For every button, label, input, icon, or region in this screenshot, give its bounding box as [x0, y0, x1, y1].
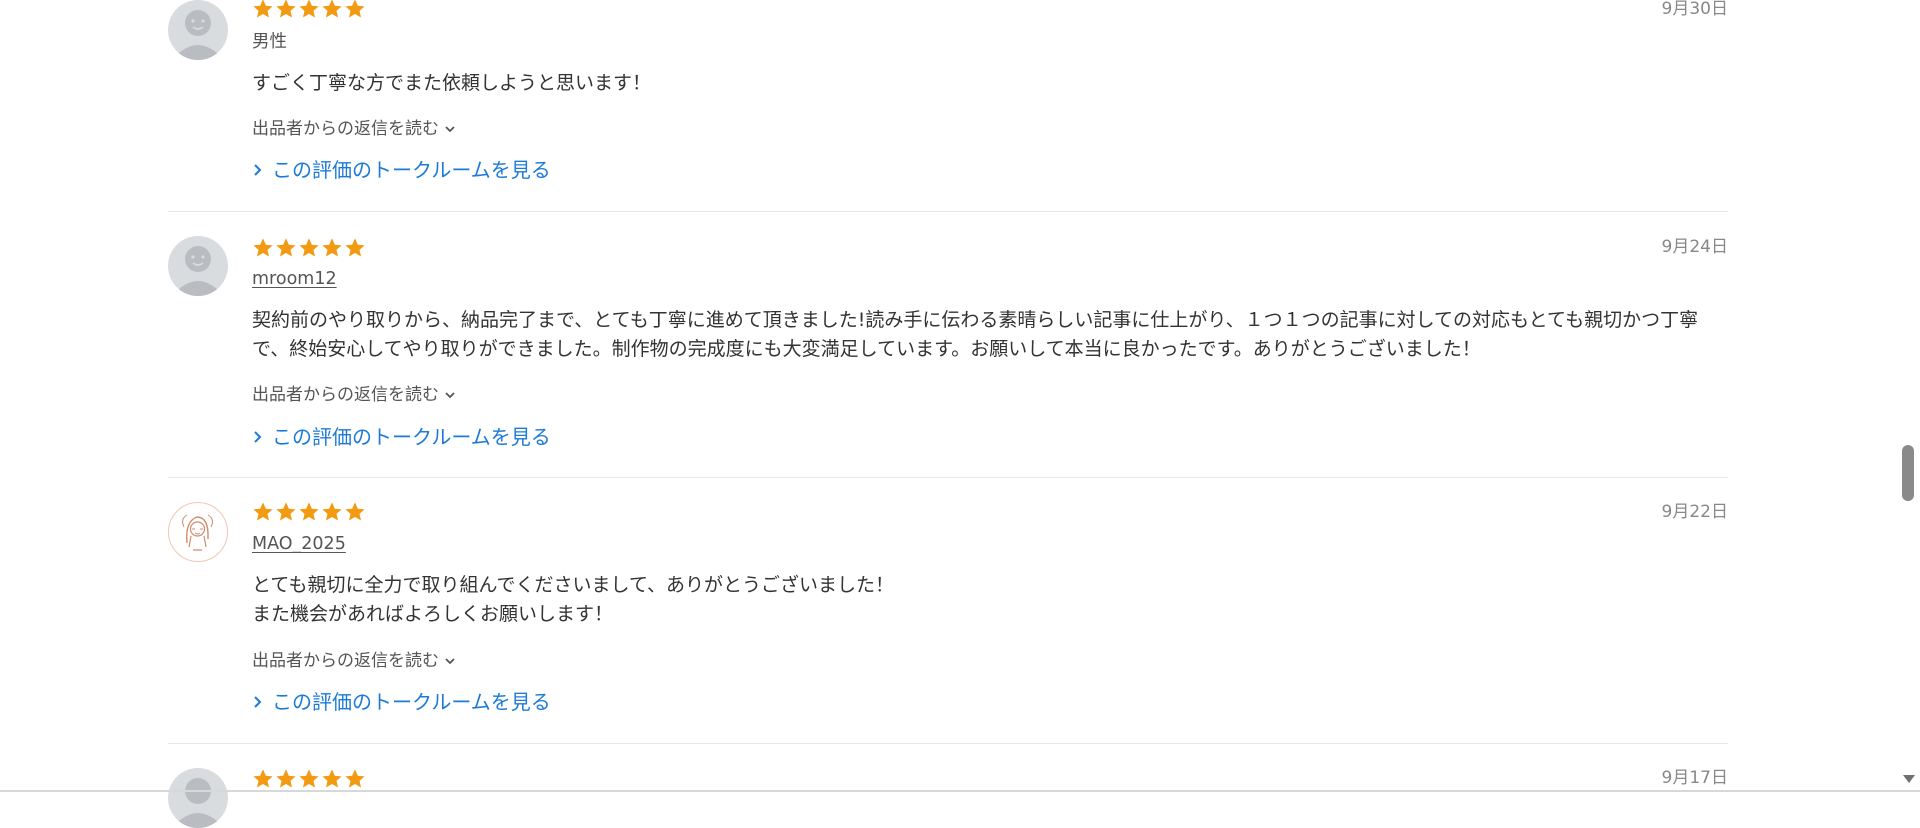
- chevron-right-icon: [254, 164, 262, 176]
- star-icon: [345, 238, 365, 257]
- star-rating: [252, 501, 366, 523]
- scrollbar-thumb[interactable]: [1902, 445, 1914, 501]
- read-reply-button[interactable]: 出品者からの返信を読む: [252, 384, 457, 406]
- star-icon: [276, 502, 296, 521]
- chevron-down-icon: [445, 392, 455, 399]
- star-icon: [322, 0, 342, 18]
- star-icon: [276, 769, 296, 788]
- star-icon: [253, 238, 273, 257]
- read-reply-label: 出品者からの返信を読む: [252, 651, 439, 671]
- star-icon: [299, 769, 319, 788]
- star-icon: [299, 0, 319, 18]
- default-avatar-icon: [168, 0, 228, 60]
- reviewer-name-link[interactable]: MAO_2025: [252, 533, 346, 555]
- star-icon: [345, 0, 365, 18]
- talkroom-link-label: この評価のトークルームを見る: [272, 425, 551, 449]
- default-avatar-icon: [168, 768, 228, 828]
- review-text: 契約前のやり取りから、納品完了まで、とても丁寧に進めて頂きました!読み手に伝わる…: [252, 309, 1699, 360]
- star-icon: [253, 0, 273, 18]
- review-divider: [168, 211, 1728, 212]
- review-list: 9月30日 男性 すごく丁寧な方でまた依頼しようと思います！ 出品者からの返信を…: [168, 0, 1728, 828]
- read-reply-button[interactable]: 出品者からの返信を読む: [252, 650, 457, 672]
- star-icon: [253, 502, 273, 521]
- star-icon: [345, 769, 365, 788]
- scroll-down-arrow-icon[interactable]: [1902, 772, 1916, 786]
- star-icon: [253, 769, 273, 788]
- star-icon: [322, 502, 342, 521]
- star-icon: [299, 502, 319, 521]
- star-rating: [252, 0, 366, 20]
- star-icon: [276, 0, 296, 18]
- reviewer-name: 男性: [252, 32, 287, 52]
- read-reply-button[interactable]: 出品者からの返信を読む: [252, 118, 457, 140]
- review-text: すごく丁寧な方でまた依頼しようと思います！: [252, 72, 652, 94]
- reviewer-name-link[interactable]: mroom12: [252, 268, 337, 290]
- talkroom-link[interactable]: この評価のトークルームを見る: [252, 425, 551, 449]
- read-reply-label: 出品者からの返信を読む: [252, 385, 439, 405]
- default-avatar-icon: [168, 236, 228, 296]
- talkroom-link[interactable]: この評価のトークルームを見る: [252, 158, 551, 182]
- star-icon: [322, 238, 342, 257]
- star-rating: [252, 237, 366, 259]
- star-icon: [322, 769, 342, 788]
- chevron-down-icon: [445, 126, 455, 133]
- star-rating: [252, 768, 366, 790]
- star-icon: [276, 238, 296, 257]
- review-text: とても親切に全力で取り組んでくださいまして、ありがとうございました！ また機会が…: [252, 574, 895, 625]
- review-divider: [168, 477, 1728, 478]
- review-date: 9月30日: [1661, 0, 1728, 19]
- review-date: 9月17日: [1661, 768, 1728, 788]
- read-reply-label: 出品者からの返信を読む: [252, 119, 439, 139]
- chevron-down-icon: [445, 658, 455, 665]
- review-date: 9月22日: [1661, 502, 1728, 522]
- star-icon: [299, 238, 319, 257]
- talkroom-link-label: この評価のトークルームを見る: [272, 690, 551, 714]
- review-divider: [168, 743, 1728, 744]
- chevron-right-icon: [254, 696, 262, 708]
- illustrated-avatar-icon: [168, 502, 228, 562]
- chevron-right-icon: [254, 431, 262, 443]
- star-icon: [345, 502, 365, 521]
- review-date: 9月24日: [1661, 237, 1728, 257]
- talkroom-link[interactable]: この評価のトークルームを見る: [252, 690, 551, 714]
- talkroom-link-label: この評価のトークルームを見る: [272, 158, 551, 182]
